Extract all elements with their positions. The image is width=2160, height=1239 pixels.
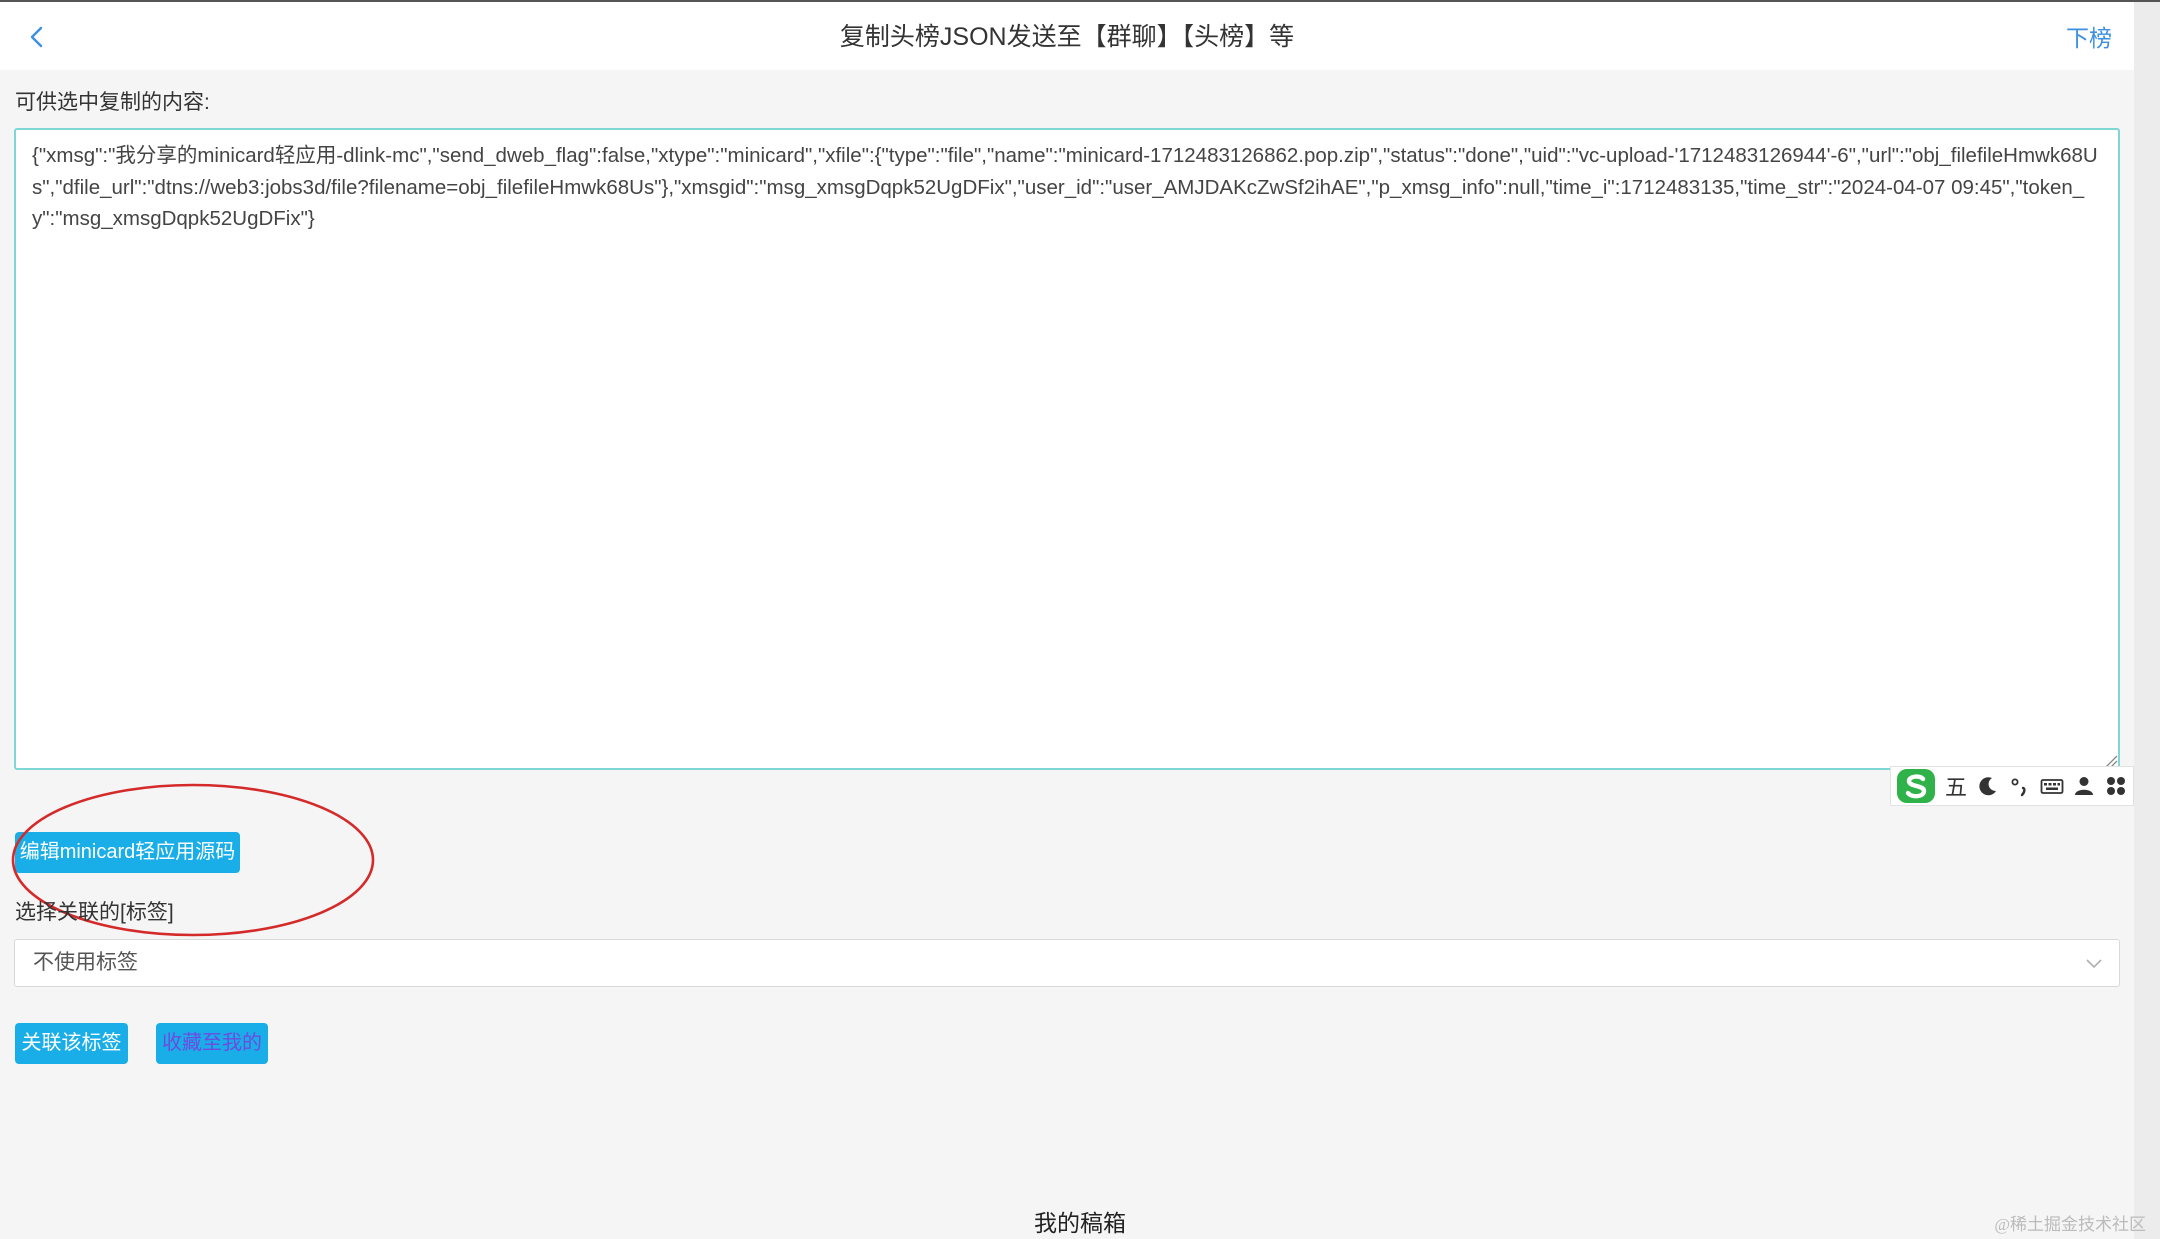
- top-nav-bar: 复制头榜JSON发送至【群聊】【头榜】等 下榜: [0, 2, 2134, 70]
- page-scrollbar[interactable]: [2134, 2, 2160, 1239]
- json-textarea[interactable]: {"xmsg":"我分享的minicard轻应用-dlink-mc","send…: [14, 128, 2120, 770]
- link-tag-button[interactable]: 关联该标签: [15, 1023, 128, 1064]
- moon-icon[interactable]: [1975, 774, 2001, 798]
- chevron-down-icon: [2086, 959, 2102, 969]
- tag-select-label: 选择关联的[标签]: [15, 901, 174, 924]
- apps-icon[interactable]: [2103, 774, 2129, 798]
- punctuation-icon[interactable]: [2007, 774, 2033, 798]
- user-icon[interactable]: [2071, 774, 2097, 798]
- chevron-left-icon[interactable]: [22, 22, 52, 52]
- ime-toolbar: 五: [1890, 766, 2134, 806]
- page-title: 复制头榜JSON发送至【群聊】【头榜】等: [839, 23, 1295, 51]
- favorite-button[interactable]: 收藏至我的: [156, 1023, 268, 1064]
- sogou-s-icon[interactable]: [1895, 767, 1937, 805]
- drafts-label[interactable]: 我的稿箱: [0, 1204, 2160, 1238]
- json-content: {"xmsg":"我分享的minicard轻应用-dlink-mc","send…: [32, 144, 2098, 230]
- tag-select-value: 不使用标签: [33, 951, 138, 974]
- keyboard-icon[interactable]: [2039, 774, 2065, 798]
- watermark: @稀土掘金技术社区: [1994, 1215, 2146, 1234]
- copy-content-label: 可供选中复制的内容:: [15, 91, 210, 114]
- next-rank-link[interactable]: 下榜: [2066, 2, 2112, 70]
- tag-select[interactable]: 不使用标签: [14, 939, 2120, 987]
- ime-mode-label[interactable]: 五: [1943, 770, 1969, 802]
